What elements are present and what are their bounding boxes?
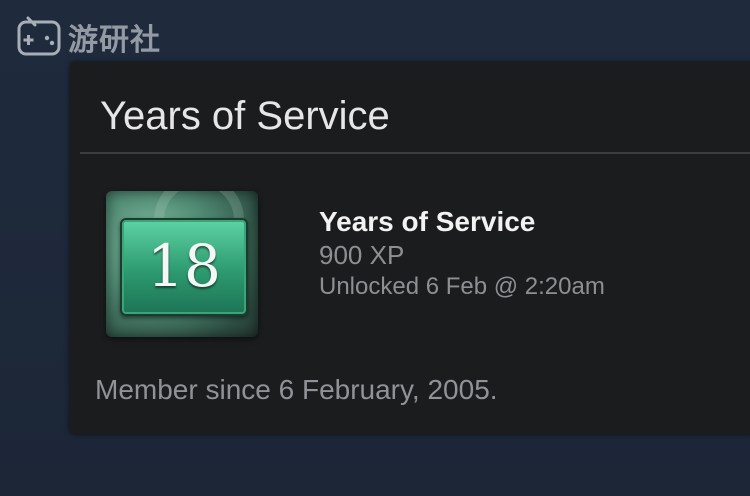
achievement-panel: Years of Service 18 Years of Service 900… [70,62,750,434]
achievement-name: Years of Service [319,206,536,237]
achievement-unlocked-date: Unlocked 6 Feb @ 2:20am [319,273,605,300]
badge-number: 18 [147,232,221,300]
title-divider [80,152,750,154]
years-of-service-badge-icon[interactable]: 18 [106,191,258,337]
badge-plate: 18 [120,218,248,316]
achievement-info: Years of Service 900 XP Unlocked 6 Feb @… [319,205,605,303]
member-since-text: Member since 6 February, 2005. [95,374,498,405]
gamepad-face-icon [17,16,61,56]
achievement-xp: 900 XP [319,240,405,270]
watermark: 游研社 [16,14,161,60]
panel-title: Years of Service [100,94,390,138]
page: 游研社 Years of Service 18 Years of Service… [0,0,750,496]
watermark-text: 游研社 [68,24,161,57]
